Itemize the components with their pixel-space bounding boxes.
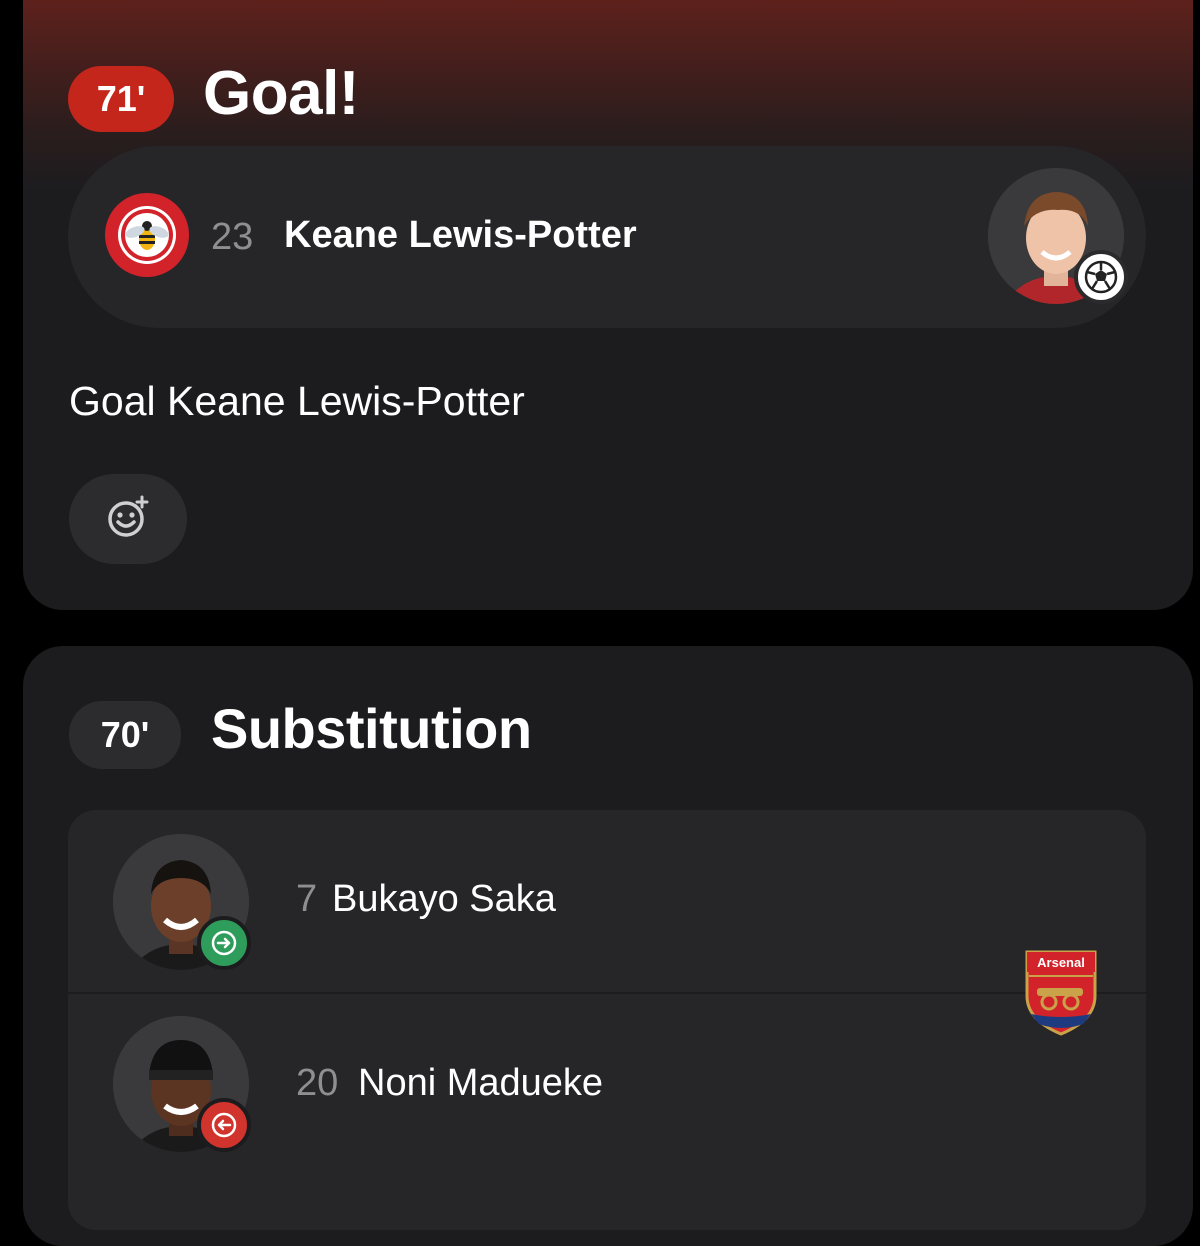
arrow-left-icon [197,1098,251,1152]
sub-minute-badge: 70' [69,701,181,769]
add-reaction-icon [106,495,150,544]
goal-minute-badge: 71' [68,66,174,132]
brentford-crest-icon [104,192,190,278]
goal-title: Goal! [203,59,359,128]
player-out-avatar[interactable] [113,1016,251,1152]
add-reaction-button[interactable] [69,474,187,564]
arrow-right-icon [197,916,251,970]
sub-minute: 70' [100,714,150,755]
goal-minute: 71' [96,78,146,119]
svg-text:Arsenal: Arsenal [1037,955,1085,970]
goal-description: Goal Keane Lewis-Potter [69,378,525,424]
player-in-row[interactable]: 7 Bukayo Saka [68,810,1146,990]
arsenal-crest-icon: Arsenal [1023,948,1099,1036]
goal-event-card: 71' Goal! 23 Keane Lewis-Potter Goal Kea… [23,0,1193,610]
goal-scorer-pill[interactable]: 23 Keane Lewis-Potter [68,146,1146,328]
football-icon [1074,250,1128,304]
player-in-avatar[interactable] [113,834,251,970]
goal-player-number: 23 [211,216,254,258]
player-out-number: 20 [296,1062,339,1104]
substitution-event-card: 70' Substitution 7 Bukayo Saka 20 Noni M… [23,646,1193,1246]
player-in-number: 7 [296,878,318,920]
goal-player-name[interactable]: Keane Lewis-Potter [284,214,637,257]
player-in-name[interactable]: Bukayo Saka [332,878,556,921]
goal-player-avatar[interactable] [988,168,1128,304]
player-out-name[interactable]: Noni Madueke [358,1062,603,1105]
sub-title: Substitution [211,697,532,760]
substitution-details: 7 Bukayo Saka 20 Noni Madueke Arsenal [68,810,1146,1230]
player-out-row[interactable]: 20 Noni Madueke [68,992,1146,1174]
